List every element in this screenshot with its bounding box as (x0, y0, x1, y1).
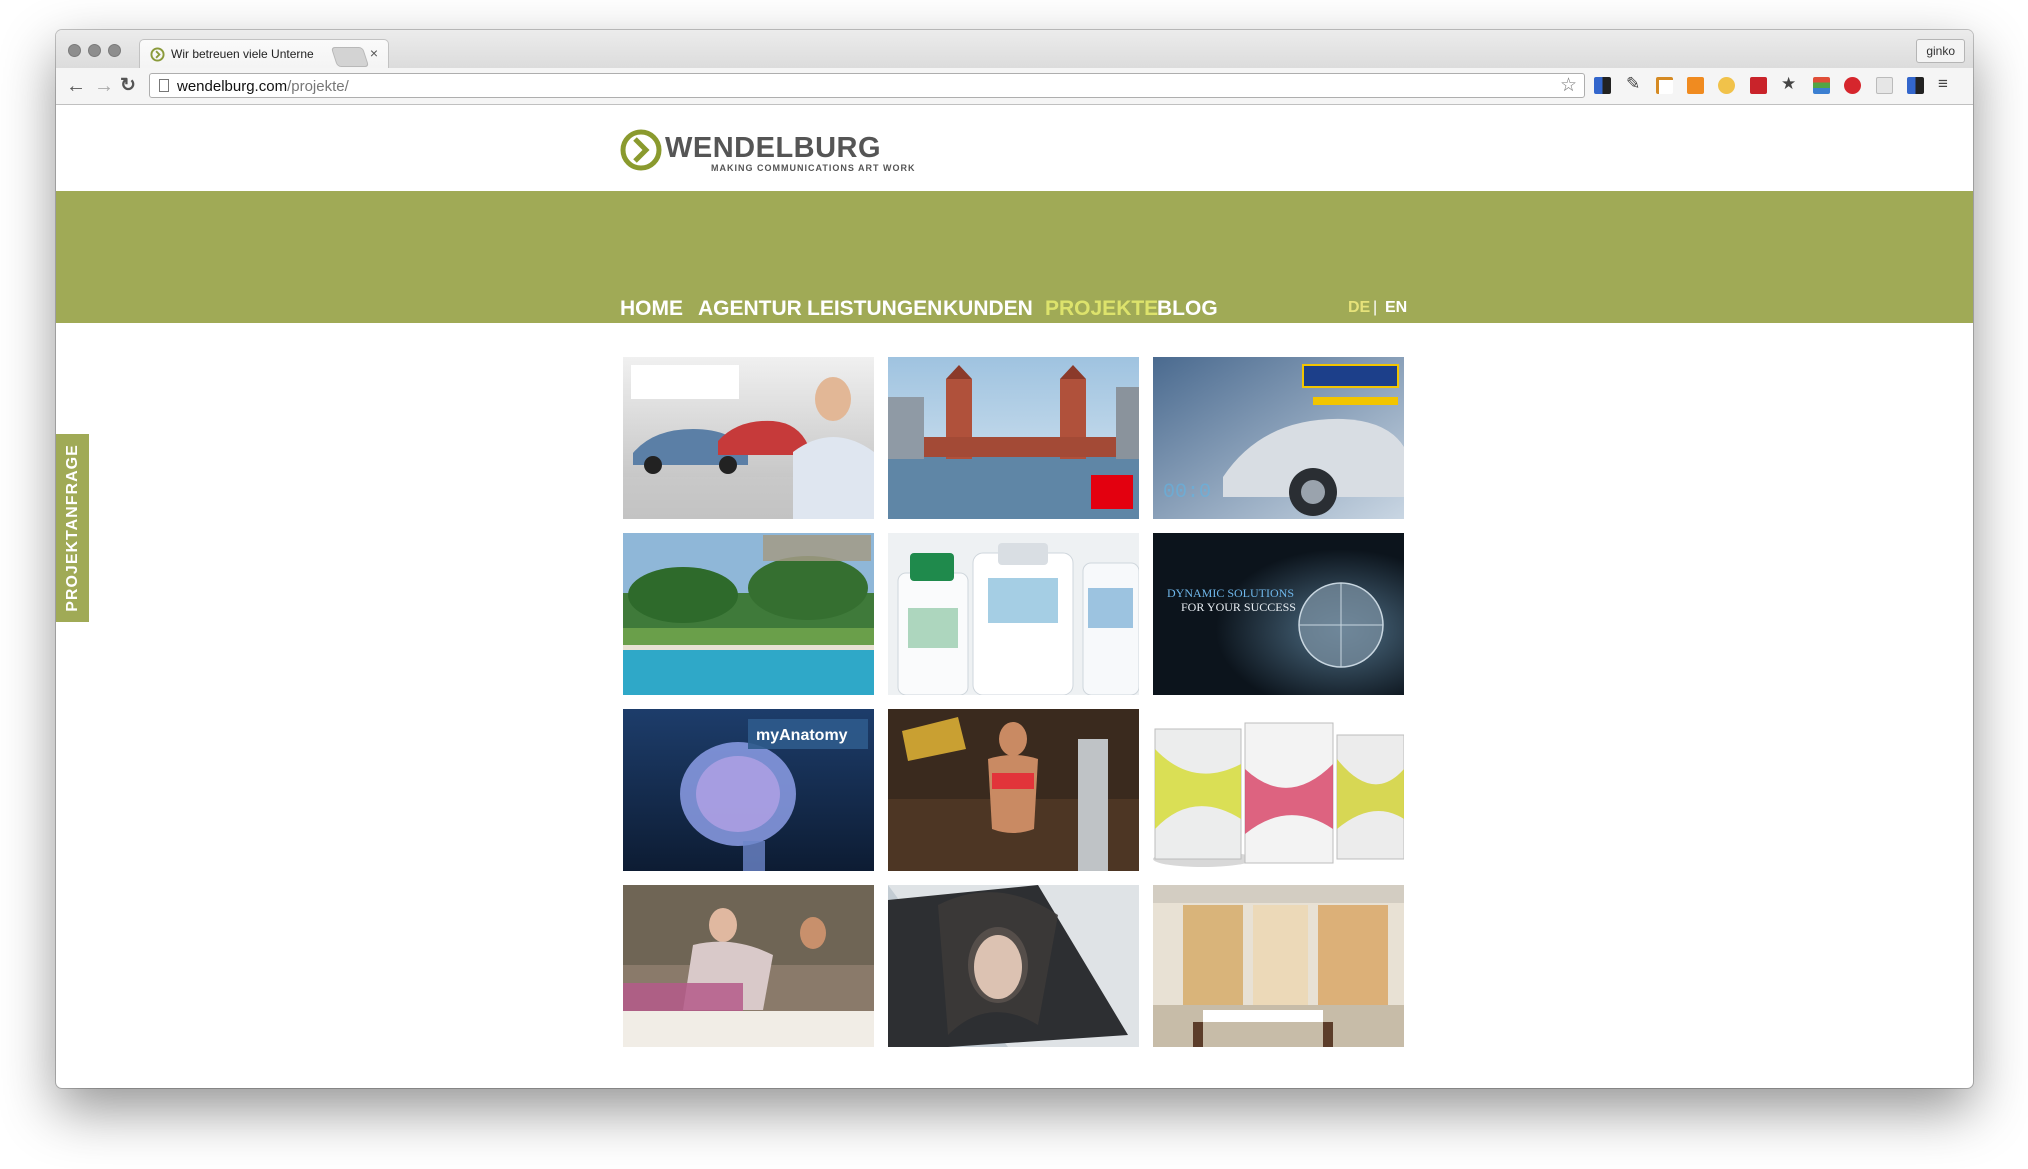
project-tile-dewiba[interactable] (1153, 885, 1404, 1047)
nav-item-projekte[interactable]: PROJEKTE (1045, 297, 1158, 321)
back-icon[interactable]: ← (66, 76, 86, 96)
project-tile-supersport-fitness[interactable] (888, 709, 1139, 871)
browser-window: Wir betreuen viele Unterne × ginko ← → ↻… (56, 30, 1973, 1088)
header-band: HOME AGENTUR LEISTUNGEN KUNDEN PROJEKTE … (56, 191, 1973, 323)
project-tile-riller-schnauck[interactable] (623, 357, 874, 519)
forward-icon[interactable]: → (94, 76, 114, 96)
nav-item-kunden[interactable]: KUNDEN (943, 297, 1033, 321)
adblock-icon[interactable] (1844, 77, 1861, 94)
project-tile-premium[interactable] (888, 885, 1139, 1047)
svg-text:myAnatomy: myAnatomy (756, 727, 848, 744)
wendelburg-logo-icon[interactable] (619, 128, 663, 172)
project-tile-autolux[interactable] (1153, 709, 1404, 871)
delicious-icon[interactable] (1594, 77, 1611, 94)
menu-icon[interactable]: ≡ (1938, 74, 1948, 94)
star-bookmark-icon[interactable]: ★ (1781, 74, 1796, 94)
site-favicon-icon (150, 47, 165, 62)
minimize-window-button[interactable] (88, 44, 101, 57)
language-en[interactable]: EN (1385, 299, 1407, 317)
svg-text:FOR YOUR SUCCESS: FOR YOUR SUCCESS (1181, 600, 1296, 614)
url-text: wendelburg.com/projekte/ (177, 78, 349, 95)
project-tile-envirobase[interactable] (888, 533, 1139, 695)
reload-icon[interactable]: ↻ (120, 76, 136, 96)
bookmark-star-icon[interactable]: ☆ (1560, 74, 1577, 97)
delicious-icon-2[interactable] (1907, 77, 1924, 94)
logo-wordmark[interactable]: WENDELBURG (665, 132, 881, 165)
language-de[interactable]: DE (1348, 299, 1370, 317)
project-tile-sithnara[interactable] (623, 533, 874, 695)
svg-text:DYNAMIC SOLUTIONS: DYNAMIC SOLUTIONS (1167, 586, 1294, 600)
chart-icon[interactable] (1687, 77, 1704, 94)
project-request-tab[interactable]: PROJEKTANFRAGE (56, 434, 89, 622)
emoji-icon[interactable] (1718, 77, 1735, 94)
rss-icon[interactable] (1656, 77, 1673, 94)
zoom-window-button[interactable] (108, 44, 121, 57)
project-tile-berlin-spd[interactable] (888, 357, 1139, 519)
project-request-label: PROJEKTANFRAGE (63, 444, 81, 612)
nav-item-agentur[interactable]: AGENTUR (698, 297, 802, 321)
close-window-button[interactable] (68, 44, 81, 57)
lastpass-icon[interactable] (1750, 77, 1767, 94)
project-tile-dynamic-solutions[interactable]: DYNAMIC SOLUTIONS FOR YOUR SUCCESS (1153, 533, 1404, 695)
tab-title: Wir betreuen viele Unterne (171, 47, 314, 61)
language-separator: | (1373, 299, 1378, 316)
colorzilla-icon[interactable] (1813, 77, 1830, 94)
tab-close-icon[interactable]: × (370, 45, 378, 61)
browser-toolbar: ← → ↻ wendelburg.com/projekte/ ☆ ✎ ★ ≡ (56, 68, 1973, 105)
address-bar[interactable]: wendelburg.com/projekte/ ☆ (149, 73, 1585, 98)
project-tile-autocolor[interactable]: 00:0 (1153, 357, 1404, 519)
project-tile-myanatomy[interactable]: myAnatomy (623, 709, 874, 871)
page-icon (159, 79, 169, 92)
svg-text:00:0: 00:0 (1163, 481, 1211, 504)
logo-tagline: MAKING COMMUNICATIONS ART WORK (711, 163, 916, 173)
nav-item-leistungen[interactable]: LEISTUNGEN (807, 297, 942, 321)
nav-item-home[interactable]: HOME (620, 297, 683, 321)
new-tab-button[interactable] (330, 47, 370, 67)
tab-bar: Wir betreuen viele Unterne × ginko (56, 30, 1973, 68)
profile-button[interactable]: ginko (1916, 39, 1965, 63)
nav-item-blog[interactable]: BLOG (1157, 297, 1218, 321)
wappalyzer-icon[interactable] (1876, 77, 1893, 94)
eyedropper-icon[interactable]: ✎ (1626, 74, 1640, 94)
project-tile-ich-kuesse-ihre-hand[interactable] (623, 885, 874, 1047)
